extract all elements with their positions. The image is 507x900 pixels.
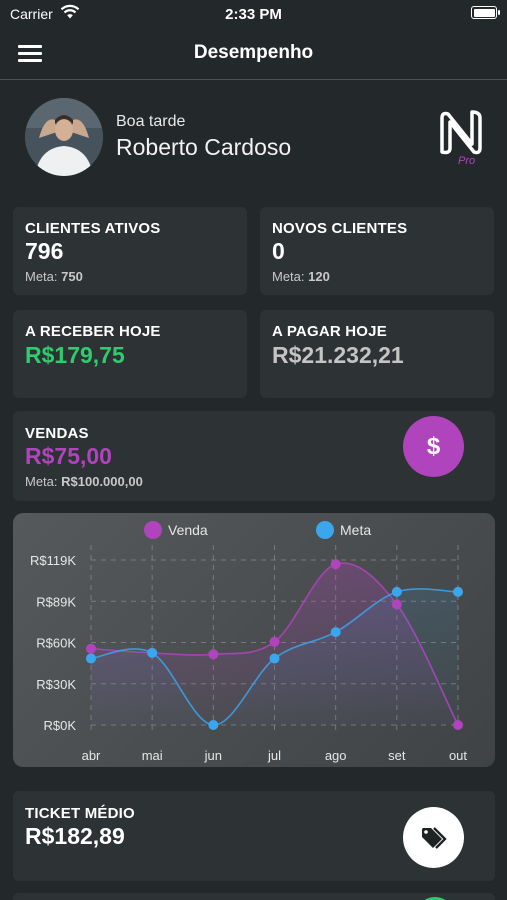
chart-canvas: R$0K R$30K R$60K R$89K R$119K abr mai jun jul ago… [30, 521, 467, 763]
legend-label-venda: Venda [168, 522, 208, 538]
card-label: VENDAS [25, 425, 89, 442]
x-tick-label: jun [204, 748, 222, 763]
status-bar: Carrier 2:33 PM [0, 0, 507, 28]
data-point-venda [208, 649, 219, 660]
card-meta: Meta: R$100.000,00 [25, 474, 143, 489]
legend-marker-venda [144, 521, 162, 539]
card-a-receber-hoje[interactable]: A RECEBER HOJE R$179,75 [13, 310, 247, 398]
card-label: CLIENTES ATIVOS [25, 220, 161, 237]
meta-label: Meta: [25, 269, 58, 284]
data-point-venda [391, 599, 402, 610]
card-label: A PAGAR HOJE [272, 323, 387, 340]
x-tick-label: abr [82, 748, 101, 763]
meta-value: R$100.000,00 [61, 474, 143, 489]
card-value: 0 [272, 238, 285, 264]
card-value: R$182,89 [25, 823, 125, 849]
data-point-meta [330, 627, 341, 638]
card-value: R$179,75 [25, 342, 125, 368]
card-novos-clientes[interactable]: NOVOS CLIENTES 0 Meta: 120 [260, 207, 494, 295]
status-time: 2:33 PM [225, 6, 282, 23]
x-tick-label: mai [142, 748, 163, 763]
app-logo: Pro [436, 104, 486, 167]
y-tick-label: R$30K [36, 677, 76, 692]
avatar[interactable] [25, 98, 103, 176]
data-point-venda [453, 720, 463, 730]
navigation-bar: Desempenho [0, 28, 507, 80]
legend-label-meta: Meta [340, 522, 371, 538]
meta-label: Meta: [272, 269, 305, 284]
data-point-venda [330, 559, 341, 570]
data-point-meta [147, 647, 158, 658]
data-point-venda [269, 636, 280, 647]
card-meta: Meta: 750 [25, 269, 83, 284]
legend-marker-meta [316, 521, 334, 539]
sales-chart: R$0K R$30K R$60K R$89K R$119K abr mai jun jul ago… [13, 513, 495, 767]
data-point-meta [86, 653, 96, 664]
tag-icon [421, 826, 447, 849]
y-tick-label: R$0K [43, 718, 76, 733]
card-label: TICKET MÉDIO [25, 805, 135, 822]
x-tick-label: jul [267, 748, 281, 763]
y-tick-label: R$119K [30, 553, 76, 568]
meta-value: 750 [61, 269, 83, 284]
card-clientes-ativos[interactable]: CLIENTES ATIVOS 796 Meta: 750 [13, 207, 247, 295]
user-name: Roberto Cardoso [116, 134, 292, 160]
battery-icon [471, 6, 500, 19]
data-point-meta [453, 586, 463, 597]
card-ticket-medio[interactable]: TICKET MÉDIO R$182,89 [13, 791, 495, 881]
data-point-meta [391, 586, 402, 597]
dollar-icon: $ [426, 432, 441, 460]
data-point-meta [269, 653, 280, 664]
ticket-button[interactable] [403, 807, 464, 868]
card-label: NOVOS CLIENTES [272, 220, 408, 237]
meta-label: Meta: [25, 474, 58, 489]
card-value: 796 [25, 238, 64, 264]
vendas-button[interactable]: $ [403, 416, 464, 477]
card-meta: Meta: 120 [272, 269, 330, 284]
card-value: R$75,00 [25, 443, 112, 469]
y-tick-label: R$89K [36, 594, 76, 609]
x-tick-label: ago [325, 748, 347, 763]
meta-value: 120 [308, 269, 330, 284]
data-point-venda [86, 643, 96, 654]
profile-header: Boa tarde Roberto Cardoso Pro [0, 96, 507, 186]
data-point-meta [208, 720, 219, 730]
card-a-pagar-hoje[interactable]: A PAGAR HOJE R$21.232,21 [260, 310, 494, 398]
y-tick-label: R$60K [36, 636, 76, 651]
card-next[interactable] [13, 893, 495, 900]
x-tick-label: out [449, 748, 467, 763]
card-label: A RECEBER HOJE [25, 323, 161, 340]
svg-text:Pro: Pro [458, 155, 475, 166]
greeting-text: Boa tarde [116, 113, 186, 130]
page-title: Desempenho [193, 42, 314, 63]
x-tick-label: set [388, 748, 406, 763]
card-vendas[interactable]: VENDAS R$75,00 Meta: R$100.000,00 $ [13, 411, 495, 501]
card-value: R$21.232,21 [272, 342, 404, 368]
